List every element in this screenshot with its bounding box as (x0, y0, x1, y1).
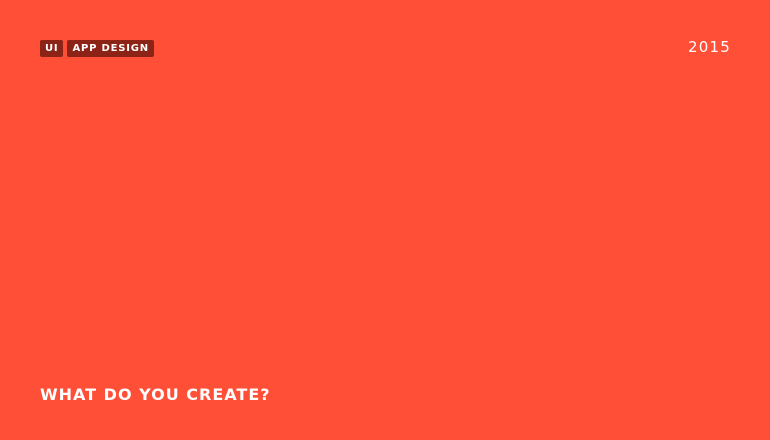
year-label: 2015 (688, 38, 731, 56)
project-card[interactable]: UI APP DESIGN 2015 WHAT DO YOU CREATE? (0, 0, 770, 440)
tag-list: UI APP DESIGN (40, 40, 154, 57)
tag-ui[interactable]: UI (40, 40, 64, 57)
tag-app-design[interactable]: APP DESIGN (67, 40, 154, 57)
card-headline: WHAT DO YOU CREATE? (40, 385, 271, 404)
